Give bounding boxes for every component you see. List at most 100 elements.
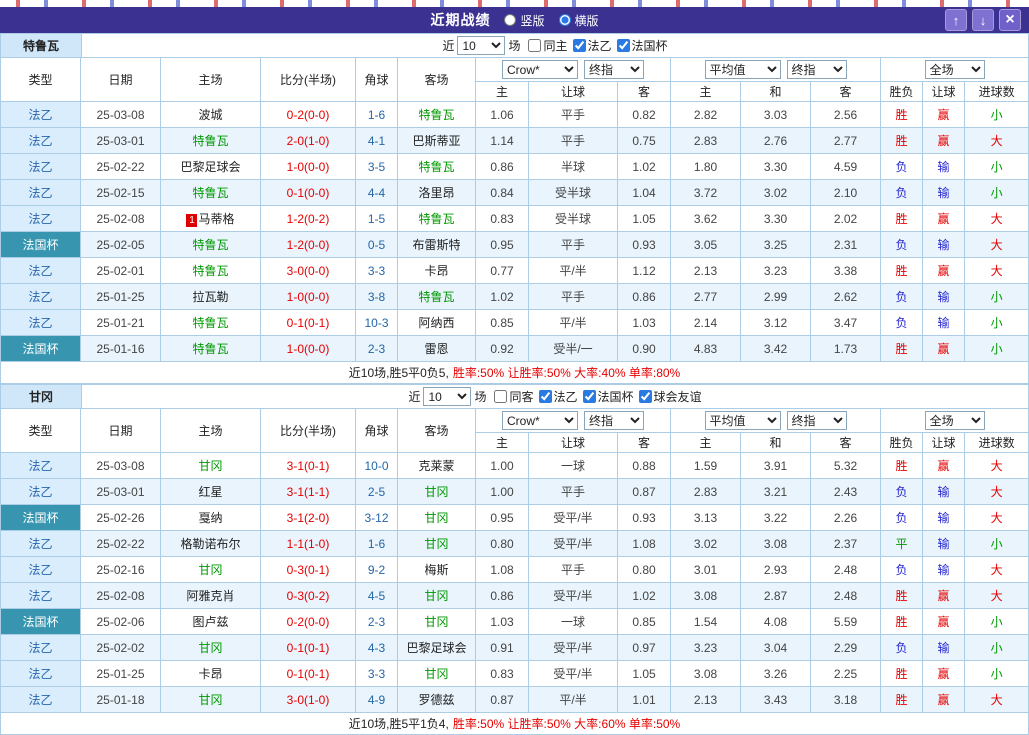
match-count-select[interactable]: 10 [457,36,505,55]
away-team-name[interactable]: 特鲁瓦 [418,108,454,122]
home-team-cell[interactable]: 甘冈 [161,557,261,583]
away-team-cell[interactable]: 甘冈 [398,583,476,609]
home-team-cell[interactable]: 特鲁瓦 [161,310,261,336]
asian-odds-source-select[interactable]: Crow* [502,411,578,430]
euro-odds-time-select[interactable]: 终指 [787,411,847,430]
away-team-name[interactable]: 甘冈 [424,615,448,629]
away-team-name[interactable]: 罗德兹 [418,693,454,707]
home-team-name[interactable]: 甘冈 [198,563,222,577]
home-team-cell[interactable]: 特鲁瓦 [161,258,261,284]
away-team-cell[interactable]: 罗德兹 [398,687,476,713]
away-team-cell[interactable]: 甘冈 [398,661,476,687]
result-scope-select[interactable]: 全场 [925,411,985,430]
away-team-name[interactable]: 甘冈 [424,511,448,525]
home-team-name[interactable]: 图卢兹 [192,615,228,629]
checkbox-input[interactable] [617,39,630,52]
home-team-cell[interactable]: 甘冈 [161,635,261,661]
home-team-name[interactable]: 特鲁瓦 [192,134,228,148]
away-team-name[interactable]: 甘冈 [424,667,448,681]
filter-checkbox[interactable]: 球会友谊 [634,388,702,405]
away-team-cell[interactable]: 卡昂 [398,258,476,284]
home-team-name[interactable]: 特鲁瓦 [192,342,228,356]
away-team-cell[interactable]: 甘冈 [398,505,476,531]
away-team-cell[interactable]: 布雷斯特 [398,232,476,258]
away-team-cell[interactable]: 特鲁瓦 [398,284,476,310]
euro-odds-source-select[interactable]: 平均值 [705,60,781,79]
home-team-name[interactable]: 卡昂 [198,667,222,681]
home-team-name[interactable]: 格勒诺布尔 [180,537,240,551]
result-scope-select[interactable]: 全场 [925,60,985,79]
away-team-name[interactable]: 巴黎足球会 [406,641,466,655]
home-team-name[interactable]: 波城 [198,108,222,122]
home-team-name[interactable]: 红星 [198,485,222,499]
home-team-cell[interactable]: 波城 [161,102,261,128]
away-team-name[interactable]: 梅斯 [424,563,448,577]
close-button[interactable]: × [999,9,1021,31]
home-team-name[interactable]: 特鲁瓦 [192,186,228,200]
away-team-name[interactable]: 雷恩 [424,342,448,356]
filter-checkbox[interactable]: 同客 [489,388,533,405]
home-team-cell[interactable]: 1马蒂格 [161,206,261,232]
home-team-cell[interactable]: 格勒诺布尔 [161,531,261,557]
euro-odds-time-select[interactable]: 终指 [787,60,847,79]
checkbox-input[interactable] [573,39,586,52]
filter-checkbox[interactable]: 法乙 [534,388,578,405]
away-team-cell[interactable]: 特鲁瓦 [398,102,476,128]
home-team-cell[interactable]: 特鲁瓦 [161,336,261,362]
home-team-cell[interactable]: 拉瓦勒 [161,284,261,310]
away-team-name[interactable]: 布雷斯特 [412,238,460,252]
home-team-name[interactable]: 特鲁瓦 [192,238,228,252]
away-team-name[interactable]: 卡昂 [424,264,448,278]
home-team-cell[interactable]: 甘冈 [161,687,261,713]
home-team-cell[interactable]: 特鲁瓦 [161,232,261,258]
away-team-name[interactable]: 巴斯蒂亚 [412,134,460,148]
home-team-cell[interactable]: 巴黎足球会 [161,154,261,180]
horizontal-radio[interactable] [559,14,571,26]
checkbox-input[interactable] [583,390,596,403]
home-team-name[interactable]: 甘冈 [198,693,222,707]
away-team-cell[interactable]: 克莱蒙 [398,453,476,479]
away-team-cell[interactable]: 特鲁瓦 [398,206,476,232]
match-count-select[interactable]: 10 [423,387,471,406]
view-option-horizontal[interactable]: 横版 [559,12,599,29]
checkbox-input[interactable] [639,390,652,403]
home-team-cell[interactable]: 图卢兹 [161,609,261,635]
home-team-name[interactable]: 甘冈 [198,641,222,655]
checkbox-input[interactable] [494,390,507,403]
home-team-name[interactable]: 巴黎足球会 [180,160,240,174]
away-team-name[interactable]: 特鲁瓦 [418,160,454,174]
home-team-name[interactable]: 马蒂格 [198,212,234,226]
home-team-cell[interactable]: 阿雅克肖 [161,583,261,609]
away-team-cell[interactable]: 甘冈 [398,531,476,557]
away-team-cell[interactable]: 雷恩 [398,336,476,362]
away-team-name[interactable]: 甘冈 [424,589,448,603]
away-team-name[interactable]: 特鲁瓦 [418,212,454,226]
asian-odds-time-select[interactable]: 终指 [584,411,644,430]
asian-odds-time-select[interactable]: 终指 [584,60,644,79]
filter-checkbox[interactable]: 法国杯 [578,388,634,405]
home-team-cell[interactable]: 戛纳 [161,505,261,531]
home-team-cell[interactable]: 红星 [161,479,261,505]
away-team-cell[interactable]: 甘冈 [398,609,476,635]
home-team-name[interactable]: 拉瓦勒 [192,290,228,304]
away-team-name[interactable]: 洛里昂 [418,186,454,200]
checkbox-input[interactable] [539,390,552,403]
away-team-cell[interactable]: 甘冈 [398,479,476,505]
away-team-name[interactable]: 甘冈 [424,485,448,499]
home-team-name[interactable]: 特鲁瓦 [192,316,228,330]
filter-checkbox[interactable]: 同主 [523,37,567,54]
asian-odds-source-select[interactable]: Crow* [502,60,578,79]
away-team-name[interactable]: 阿纳西 [418,316,454,330]
away-team-name[interactable]: 特鲁瓦 [418,290,454,304]
away-team-name[interactable]: 克莱蒙 [418,459,454,473]
home-team-cell[interactable]: 特鲁瓦 [161,180,261,206]
scroll-down-button[interactable]: ↓ [972,9,994,31]
away-team-cell[interactable]: 梅斯 [398,557,476,583]
filter-checkbox[interactable]: 法国杯 [612,37,668,54]
euro-odds-source-select[interactable]: 平均值 [705,411,781,430]
home-team-name[interactable]: 阿雅克肖 [186,589,234,603]
home-team-name[interactable]: 戛纳 [198,511,222,525]
home-team-cell[interactable]: 卡昂 [161,661,261,687]
home-team-name[interactable]: 甘冈 [198,459,222,473]
away-team-cell[interactable]: 巴黎足球会 [398,635,476,661]
